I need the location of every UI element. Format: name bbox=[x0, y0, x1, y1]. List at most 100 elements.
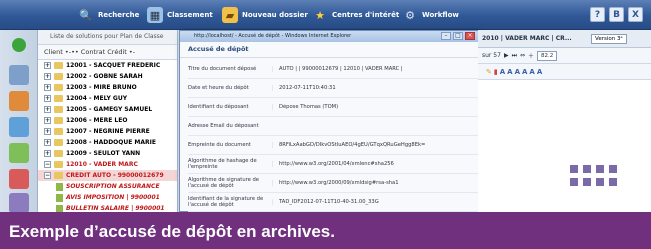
thumbnail-tile[interactable] bbox=[596, 165, 604, 173]
tree-row[interactable]: +12002 - GOBNE SARAH bbox=[38, 71, 177, 82]
tree-row-label: 12010 - VADER MARC bbox=[66, 161, 138, 168]
tree-row-label: 12009 - SEULOT YANN bbox=[66, 150, 141, 157]
text-a-icon[interactable]: A bbox=[522, 68, 527, 76]
bold-button[interactable]: B bbox=[609, 7, 624, 22]
expand-toggle[interactable]: + bbox=[44, 73, 51, 80]
add-icon[interactable] bbox=[12, 38, 26, 52]
thumbnail-tile[interactable] bbox=[609, 165, 617, 173]
tree-row[interactable]: +12005 - GAMEGY SAMUEL bbox=[38, 104, 177, 115]
receipt-value: AUTO | | 99000012679 | 12010 | VADER MAR… bbox=[272, 66, 462, 72]
expand-toggle[interactable]: + bbox=[44, 128, 51, 135]
thumbnail-tile[interactable] bbox=[570, 178, 578, 186]
zoom-select[interactable]: 82.2 bbox=[537, 50, 558, 61]
interests-button[interactable]: ★ Centres d'intérêt bbox=[312, 6, 399, 24]
version-select[interactable]: Version 3ᵉ bbox=[591, 33, 627, 44]
classify-icon: ▦ bbox=[147, 7, 163, 23]
folder-icon bbox=[54, 73, 63, 80]
expand-toggle[interactable]: + bbox=[44, 117, 51, 124]
new-folder-icon: ▰ bbox=[222, 7, 238, 23]
tree-row-label: 12002 - GOBNE SARAH bbox=[66, 73, 143, 80]
last-page-icon[interactable]: ⏭ bbox=[512, 52, 517, 60]
folder-icon bbox=[54, 172, 63, 179]
fit-width-icon[interactable]: ⇔ bbox=[520, 52, 525, 59]
tree-row[interactable]: +12008 - HADDOQUE MARIE bbox=[38, 137, 177, 148]
document-path: 2010 | VADER MARC | CR... bbox=[482, 35, 572, 42]
tree-row[interactable]: AVIS IMPOSITION | 9900001 bbox=[38, 192, 177, 203]
tree-row[interactable]: +12004 - MELY GUY bbox=[38, 93, 177, 104]
receipt-label: Algorithme de hashage de l'empreinte bbox=[188, 158, 257, 170]
tree-row-label: CREDIT AUTO - 99000012679 bbox=[66, 172, 164, 179]
window-close-button[interactable]: × bbox=[465, 32, 475, 40]
tree-row-label: BULLETIN SALAIRE | 9900001 bbox=[66, 205, 165, 212]
window-titlebar[interactable]: http://localhost/ - Accusé de dépôt - Wi… bbox=[180, 31, 478, 42]
next-page-icon[interactable]: ▶ bbox=[504, 52, 509, 59]
text-a-icon[interactable]: A bbox=[537, 68, 542, 76]
receipt-row: Identifiant du déposant Dépose Thomas (TO… bbox=[188, 98, 478, 117]
tree-row[interactable]: +12003 - MIRE BRUNO bbox=[38, 82, 177, 93]
folder-icon bbox=[54, 62, 63, 69]
tree-row[interactable]: +12001 - SACQUET FREDERIC bbox=[38, 60, 177, 71]
tree-row-label: AVIS IMPOSITION | 9900001 bbox=[66, 194, 160, 201]
receipt-label: Algorithme de signature de l'accusé de d… bbox=[188, 177, 259, 189]
tree-title: Liste de solutions pour Plan de Classe bbox=[38, 30, 177, 45]
receipt-row: Empreinte du document 8RFiLxAabGD/DIkvOSt… bbox=[188, 136, 478, 155]
expand-toggle[interactable]: − bbox=[44, 161, 51, 168]
thumbnail-tile[interactable] bbox=[609, 178, 617, 186]
receipt-row: Titre du document déposé AUTO | | 9900001… bbox=[188, 60, 478, 79]
folder-icon[interactable] bbox=[9, 143, 29, 163]
tree-row-label: 12001 - SACQUET FREDERIC bbox=[66, 62, 161, 69]
page-thumbnails bbox=[570, 165, 617, 186]
receipt-label: Titre du document déposé bbox=[188, 66, 257, 72]
document-icon[interactable] bbox=[9, 65, 29, 85]
folder-icon bbox=[54, 139, 63, 146]
expand-toggle[interactable]: − bbox=[44, 172, 51, 179]
highlight-icon[interactable]: ✎ bbox=[486, 68, 492, 76]
receipt-value: Dépose Thomas (TOM) bbox=[272, 104, 462, 110]
close-button[interactable]: X bbox=[628, 7, 643, 22]
expand-toggle[interactable]: + bbox=[44, 106, 51, 113]
maximize-button[interactable]: □ bbox=[453, 32, 463, 40]
zoom-in-icon[interactable]: ＋ bbox=[528, 51, 534, 60]
tree-row[interactable]: − 12010 - VADER MARC bbox=[38, 159, 177, 170]
tree-row[interactable]: SOUSCRIPTION ASSURANCE bbox=[38, 181, 177, 192]
folder-icon bbox=[54, 128, 63, 135]
archive-icon[interactable] bbox=[9, 91, 29, 111]
tree-row[interactable]: +12009 - SEULOT YANN bbox=[38, 148, 177, 159]
tree-row-label: 12007 - NEGRINE PIERRE bbox=[66, 128, 150, 135]
text-a-icon[interactable]: A bbox=[515, 68, 520, 76]
expand-toggle[interactable]: + bbox=[44, 150, 51, 157]
document-icon bbox=[56, 193, 63, 202]
folder-icon bbox=[54, 106, 63, 113]
expand-toggle[interactable]: + bbox=[44, 84, 51, 91]
text-a-icon[interactable]: A bbox=[500, 68, 505, 76]
classify-button[interactable]: ▦ Classement bbox=[147, 6, 213, 24]
expand-toggle[interactable]: + bbox=[44, 62, 51, 69]
tree-row[interactable]: +12007 - NEGRINE PIERRE bbox=[38, 126, 177, 137]
user-icon[interactable] bbox=[9, 117, 29, 137]
tree-row-label: 12004 - MELY GUY bbox=[66, 95, 128, 102]
help-button[interactable]: ? bbox=[590, 7, 605, 22]
thumbnail-tile[interactable] bbox=[596, 178, 604, 186]
thumbnail-tile[interactable] bbox=[570, 165, 578, 173]
thumbnail-tile[interactable] bbox=[583, 165, 591, 173]
new-folder-button[interactable]: ▰ Nouveau dossier bbox=[222, 6, 308, 24]
receipt-row: Adresse Email du déposant bbox=[188, 117, 478, 136]
annotation-toolbar: ✎ ▮ A A A A A A bbox=[478, 64, 651, 80]
receipt-label: Empreinte du document bbox=[188, 142, 251, 148]
workflow-button[interactable]: ⚙ Workflow bbox=[402, 6, 459, 24]
text-a-icon[interactable]: A bbox=[529, 68, 534, 76]
text-a-icon[interactable]: A bbox=[507, 68, 512, 76]
tree-breadcrumb[interactable]: Client •-•• Contrat Crédit •- bbox=[38, 45, 177, 60]
expand-toggle[interactable]: + bbox=[44, 95, 51, 102]
settings-icon[interactable] bbox=[9, 193, 29, 213]
folder-icon bbox=[54, 117, 63, 124]
thumbnail-tile[interactable] bbox=[583, 178, 591, 186]
search-button[interactable]: 🔍 Recherche bbox=[78, 6, 139, 24]
print-icon[interactable] bbox=[9, 169, 29, 189]
stamp-icon[interactable]: ▮ bbox=[494, 68, 498, 76]
expand-toggle[interactable]: + bbox=[44, 139, 51, 146]
minimize-button[interactable]: – bbox=[441, 32, 451, 40]
tree-row[interactable]: +12006 - MERE LEO bbox=[38, 115, 177, 126]
receipt-value: 8RFiLxAabGD/DIkvOStIuAEO/4gEU/GTqxQRuGeH… bbox=[272, 142, 462, 148]
tree-row[interactable]: − CREDIT AUTO - 99000012679 bbox=[38, 170, 177, 181]
